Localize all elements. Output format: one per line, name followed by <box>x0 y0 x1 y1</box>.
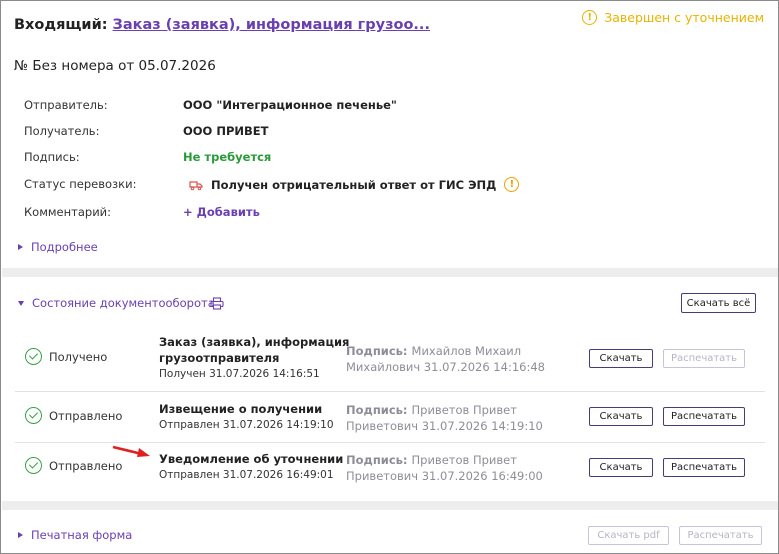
row2-sign-line2: Приветович 31.07.2026 14:19:10 <box>346 419 543 433</box>
row-divider <box>15 391 765 392</box>
row3-doc-title[interactable]: Уведомление об уточнении <box>159 451 343 467</box>
add-comment-link[interactable]: + Добавить <box>183 205 260 219</box>
row1-doc-title[interactable]: Заказ (заявка), информация грузоотправит… <box>159 334 349 366</box>
row2-status-text: Отправлено <box>49 408 123 423</box>
row1-title-line2: грузоотправителя <box>159 351 280 365</box>
printer-icon[interactable] <box>210 297 224 310</box>
sender-label: Отправитель: <box>24 98 108 112</box>
more-details-toggle[interactable]: Подробнее <box>18 240 98 254</box>
row1-status: Получено <box>25 348 107 365</box>
row2-status: Отправлено <box>25 407 122 424</box>
row2-print-button[interactable]: Распечатать <box>663 407 745 426</box>
row1-sign-line1: Михайлов Михаил <box>411 344 522 358</box>
receiver-value: ООО ПРИВЕТ <box>183 124 269 138</box>
row2-signature: Подпись: Приветов Привет Приветович 31.07… <box>346 402 543 434</box>
row2-download-button[interactable]: Скачать <box>589 407 653 426</box>
row3-status: Отправлено <box>25 457 122 474</box>
document-status-text: Завершен с уточнением <box>604 10 764 25</box>
transport-label: Статус перевозки: <box>24 177 137 191</box>
row2-title-line1: Извещение о получении <box>159 402 323 416</box>
print-form-label: Печатная форма <box>31 528 133 542</box>
more-details-label: Подробнее <box>31 240 98 254</box>
row2-sign-line1: Приветов Привет <box>411 403 517 417</box>
transport-value: Получен отрицательный ответ от ГИС ЭПД <box>211 177 497 192</box>
row1-sign-label: Подпись: <box>346 344 408 358</box>
section-divider <box>2 501 778 510</box>
caret-right-icon <box>18 532 23 538</box>
sender-value: ООО "Интеграционное печенье" <box>183 98 397 112</box>
row1-download-button[interactable]: Скачать <box>589 349 653 368</box>
row3-print-button[interactable]: Распечатать <box>663 458 745 477</box>
row3-signature: Подпись: Приветов Привет Приветович 31.07… <box>346 452 543 484</box>
row-divider <box>15 442 765 443</box>
row1-doc-date: Получен 31.07.2026 14:16:51 <box>159 368 320 380</box>
row1-title-line1: Заказ (заявка), информация <box>159 335 350 349</box>
comment-label: Комментарий: <box>24 205 112 219</box>
workflow-toggle[interactable]: Состояние документооборота <box>18 296 215 310</box>
row1-signature: Подпись: Михайлов Михаил Михайлович 31.07… <box>346 343 545 375</box>
row1-sign-line2: Михайлович 31.07.2026 14:16:48 <box>346 360 545 374</box>
document-status: ! Завершен с уточнением <box>582 10 764 25</box>
caret-down-icon <box>18 300 24 306</box>
check-circle-icon <box>25 348 42 365</box>
row3-status-text: Отправлено <box>49 458 123 473</box>
print-form-print-button: Распечатать <box>679 526 762 545</box>
info-icon: ! <box>582 10 598 25</box>
workflow-title: Состояние документооборота <box>32 296 215 310</box>
transport-value-wrap: Получен отрицательный ответ от ГИС ЭПД ! <box>183 177 520 192</box>
signature-value: Не требуется <box>183 150 272 164</box>
row2-doc-date: Отправлен 31.07.2026 14:19:10 <box>159 419 334 431</box>
truck-icon <box>189 180 203 190</box>
warning-icon[interactable]: ! <box>504 177 520 192</box>
download-pdf-button: Скачать pdf <box>588 526 669 545</box>
document-number: № Без номера от 05.07.2026 <box>14 58 216 74</box>
document-title-link[interactable]: Заказ (заявка), информация грузоо... <box>113 17 430 33</box>
row2-sign-label: Подпись: <box>346 403 408 417</box>
row3-doc-date: Отправлен 31.07.2026 16:49:01 <box>159 469 334 481</box>
red-arrow-annotation <box>112 445 150 457</box>
row1-status-text: Получено <box>49 349 108 364</box>
download-all-button[interactable]: Скачать всё <box>681 293 756 313</box>
section-divider <box>2 268 778 277</box>
row3-sign-label: Подпись: <box>346 453 408 467</box>
document-header: Входящий: Заказ (заявка), информация гру… <box>14 17 430 33</box>
print-form-toggle[interactable]: Печатная форма <box>18 528 132 542</box>
row1-print-button: Распечатать <box>663 349 745 368</box>
row3-download-button[interactable]: Скачать <box>589 458 653 477</box>
row3-sign-line2: Приветович 31.07.2026 16:49:00 <box>346 469 543 483</box>
check-circle-icon <box>25 457 42 474</box>
row2-doc-title[interactable]: Извещение о получении <box>159 401 322 417</box>
signature-label: Подпись: <box>24 150 80 164</box>
receiver-label: Получатель: <box>24 124 100 138</box>
check-circle-icon <box>25 407 42 424</box>
header-label: Входящий: <box>14 17 108 33</box>
caret-right-icon <box>18 244 23 250</box>
document-panel: Входящий: Заказ (заявка), информация гру… <box>0 0 779 554</box>
row3-title-line1: Уведомление об уточнении <box>159 452 344 466</box>
row3-sign-line1: Приветов Привет <box>411 453 517 467</box>
